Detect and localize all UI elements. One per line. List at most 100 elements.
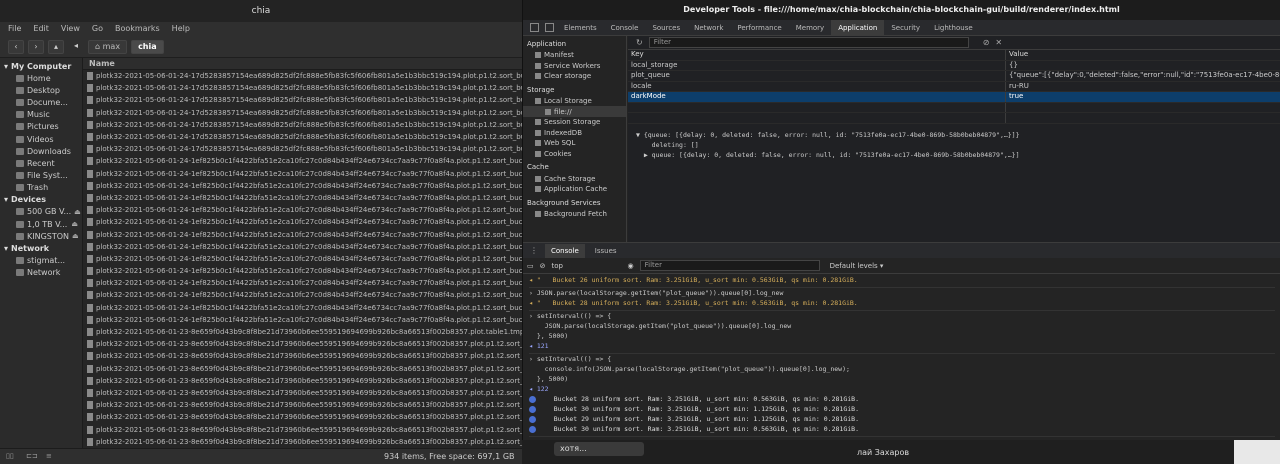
menu-file[interactable]: File [8,22,21,36]
console-filter-input[interactable]: Filter [639,260,820,271]
file-row[interactable]: plotk32-2021-05-06-01-23-8e659f0d43b9c8f… [83,363,522,375]
sidebar-section-my-computer[interactable]: ▾ My Computer [0,60,82,72]
message-preview[interactable]: хотя... [554,442,644,456]
menu-help[interactable]: Help [172,22,190,36]
sidebar-item-device[interactable]: 500 GB V... ⏏ [0,206,82,218]
value-column-header[interactable]: Value [1006,50,1280,60]
drawer-menu-icon[interactable]: ⋮ [527,246,541,255]
storage-filter-input[interactable]: Filter [648,37,969,48]
file-row[interactable]: plotk32-2021-05-06-01-23-8e659f0d43b9c8f… [83,399,522,411]
file-row[interactable]: plotk32-2021-05-06-01-23-8e659f0d43b9c8f… [83,338,522,350]
file-row[interactable]: plotk32-2021-05-06-01-24-17d5283857154ea… [83,107,522,119]
file-row[interactable]: plotk32-2021-05-06-01-23-8e659f0d43b9c8f… [83,375,522,387]
sidebar-item-place[interactable]: Pictures [0,121,82,133]
tab-lighthouse[interactable]: Lighthouse [927,20,980,36]
sidebar-item-place[interactable]: File Syst... [0,170,82,182]
tab-sources[interactable]: Sources [645,20,687,36]
file-row[interactable]: plotk32-2021-05-06-01-24-1ef825b0c1f4422… [83,168,522,180]
tree-icon[interactable]: ≡ [46,452,60,462]
file-row[interactable]: plotk32-2021-05-06-01-24-17d5283857154ea… [83,131,522,143]
preview-line[interactable]: ▼ {queue: [{delay: 0, deleted: false, er… [636,130,1273,140]
back-button[interactable]: ‹ [8,39,24,54]
sidebar-item-place[interactable]: Home [0,72,82,84]
file-row[interactable]: plotk32-2021-05-06-01-24-1ef825b0c1f4422… [83,277,522,289]
file-row[interactable]: plotk32-2021-05-06-01-24-1ef825b0c1f4422… [83,228,522,240]
drawer-tab-issues[interactable]: Issues [589,244,623,258]
file-row[interactable]: plotk32-2021-05-06-01-23-8e659f0d43b9c8f… [83,411,522,423]
file-row[interactable]: plotk32-2021-05-06-01-23-8e659f0d43b9c8f… [83,350,522,362]
file-row[interactable]: plotk32-2021-05-06-01-24-1ef825b0c1f4422… [83,180,522,192]
eject-icon[interactable]: ⏏ [74,208,81,216]
eject-icon[interactable]: ⏏ [71,220,78,228]
sidebar-item-device[interactable]: 1,0 TB V... ⏏ [0,218,82,230]
sidebar-item-network[interactable]: Network [0,267,82,279]
sidebar-item-place[interactable]: Videos [0,133,82,145]
app-sidebar-item[interactable]: Manifest [523,50,626,61]
sidebar-section-devices[interactable]: ▾ Devices [0,194,82,206]
file-row[interactable]: plotk32-2021-05-06-01-24-1ef825b0c1f4422… [83,302,522,314]
app-sidebar-item[interactable]: Application Cache [523,184,626,195]
toggle-sidebar-icon[interactable]: ▯▯ [6,452,20,462]
file-row[interactable]: plotk32-2021-05-06-01-24-17d5283857154ea… [83,82,522,94]
app-sidebar-local-storage[interactable]: Local Storage [523,96,626,107]
breadcrumb-chia[interactable]: chia [131,39,164,54]
file-row[interactable]: plotk32-2021-05-06-01-24-1ef825b0c1f4422… [83,155,522,167]
file-row[interactable]: plotk32-2021-05-06-01-23-8e659f0d43b9c8f… [83,436,522,448]
menu-view[interactable]: View [61,22,80,36]
file-row[interactable]: plotk32-2021-05-06-01-24-17d5283857154ea… [83,143,522,155]
drawer-tab-console[interactable]: Console [545,243,585,258]
tab-performance[interactable]: Performance [730,20,788,36]
up-button[interactable]: ▴ [48,39,64,54]
preview-line[interactable]: deleting: [] [636,140,1273,150]
tab-application[interactable]: Application [831,19,885,36]
tab-elements[interactable]: Elements [557,20,604,36]
file-row[interactable]: plotk32-2021-05-06-01-24-1ef825b0c1f4422… [83,241,522,253]
file-row[interactable]: plotk32-2021-05-06-01-24-17d5283857154ea… [83,94,522,106]
sidebar-item-place[interactable]: Recent [0,157,82,169]
app-sidebar-item[interactable]: IndexedDB [523,128,626,139]
file-row[interactable]: plotk32-2021-05-06-01-24-1ef825b0c1f4422… [83,314,522,326]
file-row[interactable]: plotk32-2021-05-06-01-24-17d5283857154ea… [83,119,522,131]
app-sidebar-item[interactable]: Background Fetch [523,209,626,220]
terminal-icon[interactable]: ⊏⊐ [26,452,40,462]
app-sidebar-item[interactable]: Cache Storage [523,173,626,184]
device-toolbar-icon[interactable] [545,23,554,32]
sidebar-section-network[interactable]: ▾ Network [0,242,82,254]
storage-row[interactable]: darkMode true [628,92,1280,103]
app-sidebar-item[interactable]: Web SQL [523,138,626,149]
sidebar-item-device[interactable]: KINGSTON ⏏ [0,230,82,242]
app-sidebar-origin-file[interactable]: file:// [523,106,626,117]
contact-name[interactable]: лай Захаров [857,448,909,457]
storage-row[interactable]: plot_queue {"queue":[{"delay":0,"deleted"… [628,71,1280,82]
menu-edit[interactable]: Edit [33,22,49,36]
file-row[interactable]: plotk32-2021-05-06-01-23-8e659f0d43b9c8f… [83,423,522,435]
delete-selected-icon[interactable]: ✕ [995,38,1002,47]
file-row[interactable]: plotk32-2021-05-06-01-24-1ef825b0c1f4422… [83,289,522,301]
file-row[interactable]: plotk32-2021-05-06-01-24-1ef825b0c1f4422… [83,216,522,228]
live-expression-icon[interactable]: ◉ [628,262,634,270]
sidebar-item-place[interactable]: Trash [0,182,82,194]
tab-security[interactable]: Security [884,20,927,36]
app-sidebar-item[interactable]: Clear storage [523,71,626,82]
app-sidebar-item[interactable]: Service Workers [523,61,626,72]
app-sidebar-item[interactable]: Cookies [523,149,626,160]
path-left-arrow-icon[interactable]: ◂ [68,40,84,54]
preview-line[interactable]: ▶ queue: [{delay: 0, deleted: false, err… [636,150,1273,160]
menu-bookmarks[interactable]: Bookmarks [115,22,160,36]
console-sidebar-icon[interactable]: ▭ [527,262,534,270]
clear-console-icon[interactable]: ⊘ [540,262,546,270]
sidebar-item-place[interactable]: Music [0,109,82,121]
sidebar-item-place[interactable]: Docume... [0,96,82,108]
menu-go[interactable]: Go [92,22,103,36]
clear-all-icon[interactable]: ⊘ [983,38,990,47]
tab-console[interactable]: Console [604,20,646,36]
app-sidebar-item[interactable]: Session Storage [523,117,626,128]
file-row[interactable]: plotk32-2021-05-06-01-24-1ef825b0c1f4422… [83,265,522,277]
eject-icon[interactable]: ⏏ [72,232,79,240]
file-row[interactable]: plotk32-2021-05-06-01-24-1ef825b0c1f4422… [83,192,522,204]
file-row[interactable]: plotk32-2021-05-06-01-24-17d5283857154ea… [83,70,522,82]
sidebar-item-network[interactable]: stigmat... [0,254,82,266]
storage-row[interactable]: local_storage{} [628,60,1280,71]
storage-row[interactable]: locale ru-RU [628,81,1280,92]
sidebar-item-place[interactable]: Downloads [0,145,82,157]
